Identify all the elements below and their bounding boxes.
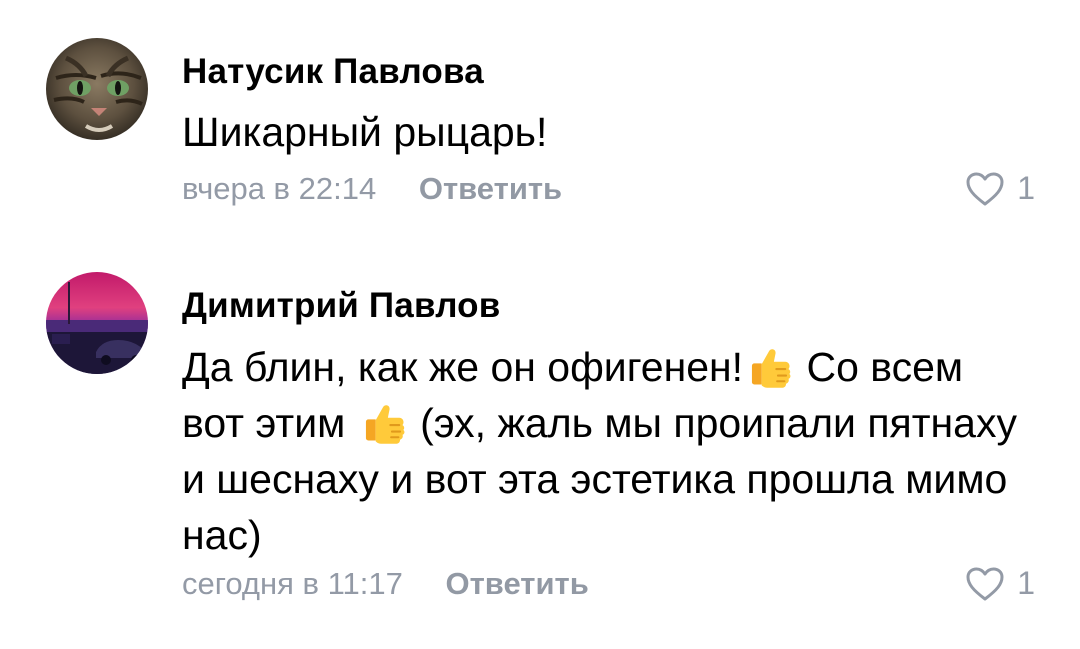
comment-text: Шикарный рыцарь!	[182, 109, 548, 155]
reply-button[interactable]: Ответить	[446, 566, 589, 601]
thumbs-up-icon	[357, 395, 409, 447]
comment-text: Да блин, как же он офигенен! Со всем вот…	[182, 339, 1022, 563]
cat-avatar[interactable]	[46, 38, 148, 140]
reply-button[interactable]: Ответить	[419, 171, 562, 206]
sunset-avatar[interactable]	[46, 272, 148, 374]
comment-author[interactable]: Натусик Павлова	[182, 52, 484, 92]
like-button[interactable]: 1	[965, 170, 1035, 207]
like-count: 1	[1017, 170, 1035, 206]
comment-meta: сегодня в 11:17 Ответить	[182, 566, 589, 602]
comment-author[interactable]: Димитрий Павлов	[182, 286, 500, 326]
heart-icon	[965, 171, 1005, 207]
comment-meta: вчера в 22:14 Ответить	[182, 171, 562, 207]
comment-timestamp: вчера в 22:14	[182, 171, 377, 206]
like-button[interactable]: 1	[965, 565, 1035, 602]
like-count: 1	[1017, 565, 1035, 601]
comment-timestamp: сегодня в 11:17	[182, 566, 403, 601]
thumbs-up-icon	[743, 339, 795, 391]
comment-text-part: Да блин, как же он офигенен!	[182, 344, 744, 390]
heart-icon	[965, 566, 1005, 602]
